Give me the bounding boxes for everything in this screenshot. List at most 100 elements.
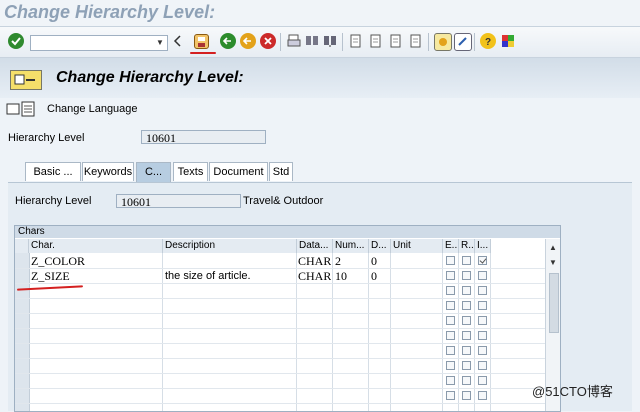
column-header-description[interactable]: Description <box>163 239 297 253</box>
watermark: @51CTO博客 <box>532 384 613 399</box>
row-divider <box>15 328 545 329</box>
chevron-down-icon[interactable]: ▼ <box>153 36 167 50</box>
change-language-icon[interactable] <box>6 101 42 117</box>
tab-hierarchy-level-field[interactable]: 10601 <box>116 194 241 209</box>
cell-data-type[interactable]: CHAR <box>298 254 331 268</box>
checkbox-e[interactable] <box>446 316 455 325</box>
checkbox-e[interactable] <box>446 256 455 265</box>
checkbox-r[interactable] <box>462 316 471 325</box>
page-title: Change Hierarchy Level: <box>56 69 244 86</box>
select-all-header[interactable] <box>15 239 29 253</box>
checkbox-r[interactable] <box>462 271 471 280</box>
help-icon[interactable]: ? <box>480 33 496 49</box>
checkbox-r[interactable] <box>462 331 471 340</box>
last-page-icon[interactable] <box>408 33 424 49</box>
row-divider <box>15 343 545 344</box>
cell-description[interactable]: the size of article. <box>165 269 251 283</box>
hierarchy-level-label: Hierarchy Level <box>8 132 85 144</box>
cell-char[interactable]: Z_COLOR <box>31 254 85 268</box>
next-page-icon[interactable] <box>388 33 404 49</box>
scrollbar-thumb[interactable] <box>549 273 559 333</box>
hierarchy-level-description: Travel& Outdoor <box>243 195 324 207</box>
first-page-icon[interactable] <box>348 33 364 49</box>
checkbox-i[interactable] <box>478 256 487 265</box>
checkbox-e[interactable] <box>446 391 455 400</box>
checkbox-r[interactable] <box>462 286 471 295</box>
column-header-data-type[interactable]: Data... <box>297 239 333 253</box>
cell-dec[interactable]: 0 <box>371 254 377 268</box>
checkbox-i[interactable] <box>478 286 487 295</box>
customize-layout-icon[interactable] <box>500 33 516 49</box>
new-session-icon[interactable] <box>434 33 452 51</box>
find-next-icon[interactable] <box>322 33 338 49</box>
hierarchy-level-field[interactable]: 10601 <box>141 130 266 145</box>
column-header-i[interactable]: I... <box>475 239 491 253</box>
checkbox-i[interactable] <box>478 271 487 280</box>
checkbox-r[interactable] <box>462 391 471 400</box>
toolbar-separator <box>342 33 343 51</box>
checkbox-r[interactable] <box>462 301 471 310</box>
checkbox-r[interactable] <box>462 376 471 385</box>
checkbox-e[interactable] <box>446 271 455 280</box>
save-icon[interactable] <box>194 34 209 49</box>
checkbox-e[interactable] <box>446 331 455 340</box>
cell-num[interactable]: 10 <box>335 269 347 283</box>
tab-strip: Basic ... Keywords C... Texts Document S… <box>8 162 632 182</box>
tab-chars[interactable]: C... <box>136 162 171 182</box>
row-divider <box>15 373 545 374</box>
column-header-e[interactable]: E... <box>443 239 459 253</box>
column-header-r[interactable]: R... <box>459 239 475 253</box>
scroll-down-icon[interactable]: ▼ <box>549 258 557 267</box>
cell-dec[interactable]: 0 <box>371 269 377 283</box>
checkbox-r[interactable] <box>462 256 471 265</box>
checkbox-i[interactable] <box>478 376 487 385</box>
checkbox-r[interactable] <box>462 346 471 355</box>
tab-keywords[interactable]: Keywords <box>82 162 134 181</box>
checkbox-i[interactable] <box>478 391 487 400</box>
find-icon[interactable] <box>304 33 320 49</box>
tab-hierarchy-level-label: Hierarchy Level <box>15 195 92 207</box>
row-divider <box>15 283 545 284</box>
column-header-unit[interactable]: Unit <box>391 239 443 253</box>
checkbox-i[interactable] <box>478 316 487 325</box>
checkbox-e[interactable] <box>446 301 455 310</box>
checkbox-i[interactable] <box>478 331 487 340</box>
back-arrow-icon[interactable] <box>172 33 182 49</box>
checkbox-e[interactable] <box>446 376 455 385</box>
checkbox-e[interactable] <box>446 286 455 295</box>
command-field[interactable]: ▼ <box>30 35 168 51</box>
row-divider <box>15 298 545 299</box>
transaction-icon <box>10 70 42 90</box>
green-back-icon[interactable] <box>220 33 236 49</box>
checkbox-i[interactable] <box>478 346 487 355</box>
cell-data-type[interactable]: CHAR <box>298 269 331 283</box>
checkbox-i[interactable] <box>478 301 487 310</box>
tab-std[interactable]: Std <box>269 162 293 181</box>
tab-basic-data[interactable]: Basic ... <box>25 162 81 181</box>
scroll-up-icon[interactable]: ▲ <box>549 243 557 252</box>
cell-num[interactable]: 2 <box>335 254 341 268</box>
tab-texts[interactable]: Texts <box>173 162 208 181</box>
row-divider <box>15 358 545 359</box>
column-header-char[interactable]: Char. <box>29 239 163 253</box>
cell-char[interactable]: Z_SIZE <box>31 269 70 283</box>
toolbar-separator <box>428 33 429 51</box>
checkbox-e[interactable] <box>446 361 455 370</box>
exit-icon[interactable] <box>240 33 256 49</box>
checkbox-i[interactable] <box>478 361 487 370</box>
column-header-dec[interactable]: D... <box>369 239 391 253</box>
shortcut-icon[interactable] <box>454 33 472 51</box>
checkbox-r[interactable] <box>462 361 471 370</box>
toolbar-separator <box>280 33 281 51</box>
svg-text:?: ? <box>485 37 491 48</box>
print-icon[interactable] <box>286 33 302 49</box>
check-icon[interactable] <box>8 33 24 49</box>
tab-document[interactable]: Document <box>209 162 268 181</box>
checkbox-e[interactable] <box>446 346 455 355</box>
previous-page-icon[interactable] <box>368 33 384 49</box>
cancel-icon[interactable] <box>260 33 276 49</box>
row-divider <box>15 403 545 404</box>
red-underline-annotation <box>190 52 216 54</box>
column-header-num[interactable]: Num... <box>333 239 369 253</box>
change-language-button[interactable]: Change Language <box>47 103 138 115</box>
